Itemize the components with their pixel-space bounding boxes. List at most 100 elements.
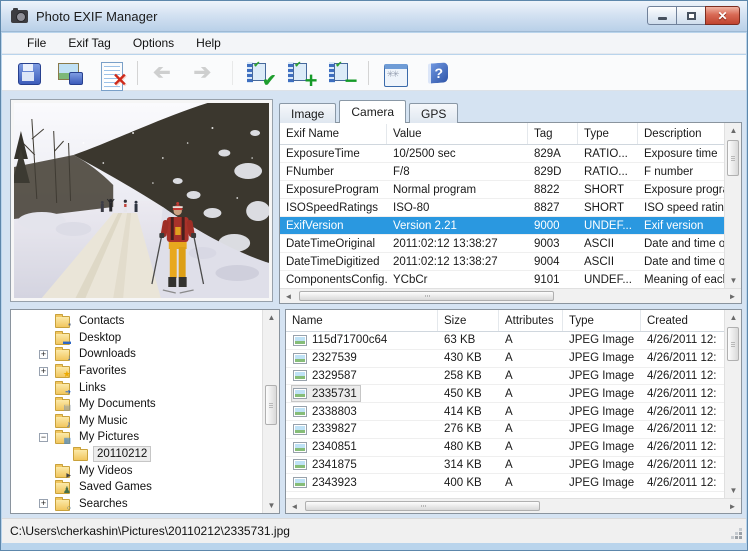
exif-vertical-scrollbar[interactable]: ▲ ▼ [724, 123, 741, 288]
remove-tag-button[interactable] [323, 58, 360, 88]
file-list-panel: NameSizeAttributesTypeCreated 115d71700c… [285, 309, 742, 514]
tree-item[interactable]: Saved Games [11, 479, 262, 496]
exif-column-header[interactable]: Type [578, 123, 638, 144]
exif-horizontal-scrollbar[interactable]: ◄ ► [280, 288, 741, 303]
exif-table-row[interactable]: DateTimeOriginal 2011:02:12 13:38:27 900… [280, 235, 724, 253]
file-row[interactable]: 2343923 400 KB A JPEG Image 4/26/2011 12… [286, 474, 724, 492]
options-button[interactable] [377, 58, 414, 88]
file-vertical-scrollbar[interactable]: ▲ ▼ [724, 310, 741, 498]
scroll-up-icon[interactable]: ▲ [263, 310, 280, 325]
exif-table-row[interactable]: FNumber F/8 829D RATIO... F number [280, 163, 724, 181]
tree-item[interactable]: My Documents [11, 396, 262, 413]
tree-expander-icon[interactable] [39, 433, 48, 442]
toolbar-button-icon [383, 61, 409, 85]
save-exif-button[interactable] [10, 58, 47, 88]
tree-item[interactable]: Favorites [11, 363, 262, 380]
accept-tag-button[interactable] [241, 58, 278, 88]
tab-image[interactable]: Image [279, 103, 336, 123]
menu-item[interactable]: File [16, 34, 57, 52]
file-created-cell: 4/26/2011 12: [641, 421, 724, 438]
file-column-header[interactable]: Attributes [499, 310, 563, 331]
exif-table-row[interactable]: ExposureTime 10/2500 sec 829A RATIO... E… [280, 145, 724, 163]
scroll-thumb[interactable] [265, 385, 277, 425]
exif-column-header[interactable]: Value [387, 123, 528, 144]
file-row[interactable]: 2329587 258 KB A JPEG Image 4/26/2011 12… [286, 368, 724, 386]
file-column-header[interactable]: Size [438, 310, 499, 331]
scroll-down-icon[interactable]: ▼ [725, 483, 741, 498]
exif-table-row[interactable]: ExposureProgram Normal program 8822 SHOR… [280, 181, 724, 199]
file-row[interactable]: 115d71700c64 63 KB A JPEG Image 4/26/201… [286, 332, 724, 350]
delete-exif-button[interactable] [92, 58, 129, 88]
help-button[interactable] [418, 58, 455, 88]
previous-image-button[interactable] [146, 58, 183, 88]
scroll-down-icon[interactable]: ▼ [725, 273, 741, 288]
toolbar [2, 55, 746, 91]
file-row[interactable]: 2327539 430 KB A JPEG Image 4/26/2011 12… [286, 350, 724, 368]
file-horizontal-scrollbar[interactable]: ◄ ► [286, 498, 741, 513]
add-tag-button[interactable] [282, 58, 319, 88]
tree-item[interactable]: My Pictures [11, 429, 262, 446]
tree-item[interactable]: Searches [11, 496, 262, 513]
file-row[interactable]: 2335731 450 KB A JPEG Image 4/26/2011 12… [286, 385, 724, 403]
file-name-text: 2341875 [312, 459, 357, 471]
scroll-thumb[interactable] [727, 327, 739, 361]
tree-vertical-scrollbar[interactable]: ▲ ▼ [262, 310, 279, 513]
scroll-down-icon[interactable]: ▼ [263, 498, 280, 513]
tree-item[interactable]: Downloads [11, 346, 262, 363]
maximize-button[interactable] [676, 6, 705, 25]
tree-expander-icon[interactable] [39, 499, 48, 508]
scroll-right-icon[interactable]: ► [724, 499, 741, 514]
tab-gps[interactable]: GPS [409, 103, 458, 123]
file-row[interactable]: 2338803 414 KB A JPEG Image 4/26/2011 12… [286, 403, 724, 421]
exif-table-row[interactable]: ExifVersion Version 2.21 9000 UNDEF... E… [280, 217, 724, 235]
toolbar-button-icon [424, 61, 450, 85]
file-row[interactable]: 2339827 276 KB A JPEG Image 4/26/2011 12… [286, 421, 724, 439]
close-button[interactable]: ✕ [705, 6, 740, 25]
tab-camera[interactable]: Camera [339, 100, 406, 123]
save-image-button[interactable] [51, 58, 88, 88]
tree-item-label: Saved Games [76, 480, 155, 494]
exif-tag-cell: 9000 [528, 217, 578, 234]
scroll-right-icon[interactable]: ► [724, 289, 741, 304]
tree-expander-icon[interactable] [39, 350, 48, 359]
minimize-button[interactable] [647, 6, 676, 25]
scroll-thumb[interactable] [305, 501, 540, 511]
scroll-left-icon[interactable]: ◄ [286, 499, 303, 514]
minimize-icon [658, 17, 667, 20]
menu-item[interactable]: Help [185, 34, 232, 52]
toolbar-button-icon [247, 61, 273, 85]
tree-item[interactable]: My Videos [11, 462, 262, 479]
scroll-thumb[interactable] [299, 291, 554, 301]
exif-column-header[interactable]: Tag [528, 123, 578, 144]
file-column-header[interactable]: Type [563, 310, 641, 331]
scroll-left-icon[interactable]: ◄ [280, 289, 297, 304]
tree-item[interactable]: My Music [11, 413, 262, 430]
menu-item[interactable]: Exif Tag [57, 34, 121, 52]
scroll-up-icon[interactable]: ▲ [725, 310, 741, 325]
tree-item-label: My Music [76, 414, 131, 428]
exif-column-header[interactable]: Description [638, 123, 724, 144]
file-column-header[interactable]: Created [641, 310, 724, 331]
exif-table-row[interactable]: ComponentsConfig... YCbCr 9101 UNDEF... … [280, 271, 724, 288]
exif-table-row[interactable]: ISOSpeedRatings ISO-80 8827 SHORT ISO sp… [280, 199, 724, 217]
scroll-up-icon[interactable]: ▲ [725, 123, 741, 138]
exif-type-cell: RATIO... [578, 145, 638, 162]
next-image-button[interactable] [187, 58, 224, 88]
exif-column-header[interactable]: Exif Name [280, 123, 387, 144]
tree-item[interactable]: Contacts [11, 313, 262, 330]
tree-item[interactable]: 20110212 [11, 446, 262, 463]
file-row[interactable]: 2341875 314 KB A JPEG Image 4/26/2011 12… [286, 457, 724, 475]
tree-item[interactable]: Desktop [11, 330, 262, 347]
exif-table-row[interactable]: DateTimeDigitized 2011:02:12 13:38:27 90… [280, 253, 724, 271]
tree-item[interactable]: Links [11, 379, 262, 396]
file-name-cell: 2343923 [286, 474, 438, 491]
file-row[interactable]: 2340851 480 KB A JPEG Image 4/26/2011 12… [286, 439, 724, 457]
scroll-thumb[interactable] [727, 140, 739, 176]
menu-item[interactable]: Options [122, 34, 185, 52]
jpeg-image-icon [293, 477, 307, 488]
title-bar[interactable]: Photo EXIF Manager ✕ [1, 1, 747, 32]
tree-expander-icon[interactable] [39, 367, 48, 376]
exif-type-cell: UNDEF... [578, 271, 638, 288]
resize-grip[interactable] [739, 536, 742, 539]
file-column-header[interactable]: Name [286, 310, 438, 331]
